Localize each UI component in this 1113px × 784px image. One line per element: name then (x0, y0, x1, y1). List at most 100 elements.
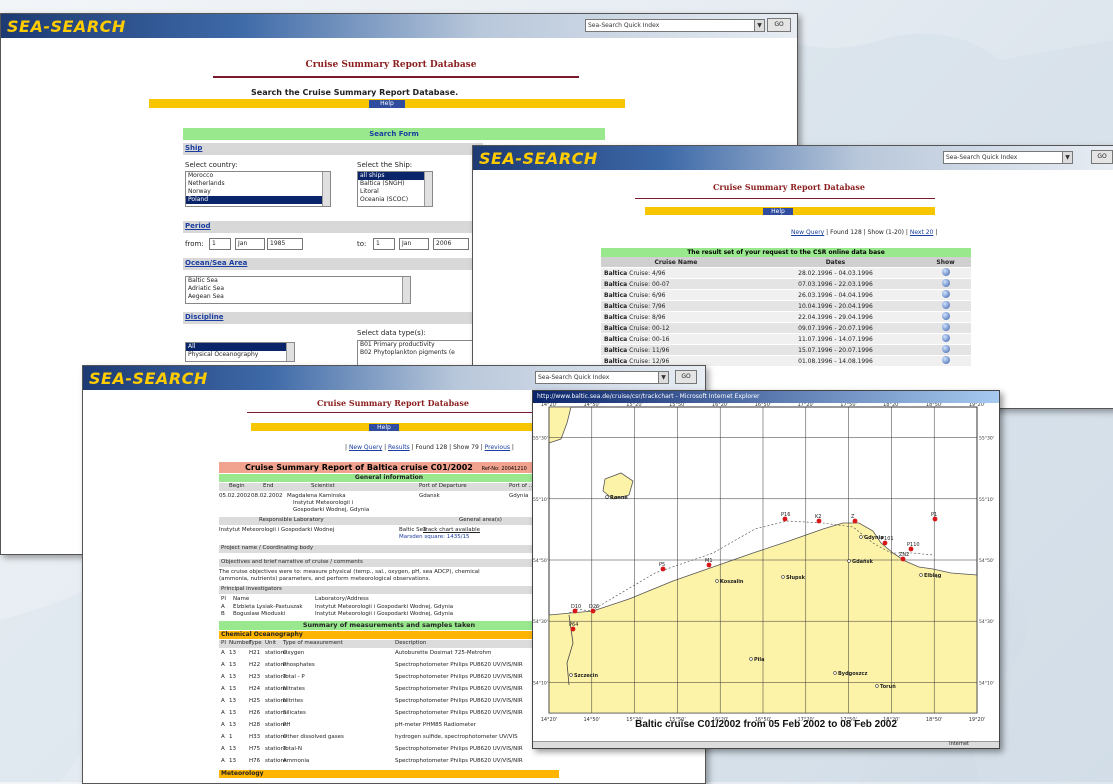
discipline-scrollbar[interactable] (286, 343, 294, 361)
town-dot (781, 575, 785, 579)
meas-name: Nitrates (283, 686, 305, 692)
help-button[interactable]: Help (763, 208, 793, 215)
results-link[interactable]: Results (388, 444, 410, 451)
globe-icon[interactable] (941, 323, 950, 331)
table-row: Baltica Cruise: 7/96 10.04.1996 - 20.04.1… (601, 300, 971, 312)
from-label: from: (185, 240, 204, 248)
meas-pi: A (221, 662, 225, 668)
ocean-scrollbar[interactable] (402, 277, 410, 303)
lat-tick-left: 55°30' (533, 436, 548, 442)
meas-pi: A (221, 758, 225, 764)
results-banner: The result set of your request to the CS… (601, 248, 971, 257)
lon-tick-top: 15°20' (626, 403, 643, 408)
from-year-select[interactable]: 1985 (267, 238, 303, 250)
country-scrollbar[interactable] (322, 172, 330, 206)
pi-b-lab: Instytut Meteorologii i Gospodarki Wodne… (315, 611, 454, 617)
table-header: Cruise Name Dates Show (601, 257, 971, 268)
meas-pi: A (221, 650, 225, 656)
page-title: Cruise Summary Report Database (317, 398, 469, 408)
title-rule (635, 198, 935, 199)
town-dot (919, 573, 923, 577)
table-row: Baltica Cruise: 00-12 09.07.1996 - 20.07.… (601, 322, 971, 334)
meas-num: 13 (229, 746, 236, 752)
lon-tick-top: 16°50' (755, 403, 772, 408)
help-button[interactable]: Help (369, 424, 399, 431)
ship-link[interactable]: Ship (185, 144, 202, 152)
search-form-title: Search Form (183, 128, 605, 140)
table-row: Baltica Cruise: 00-16 11.07.1996 - 14.07.… (601, 333, 971, 345)
marsden-square: Marsden square: 1435/15 (399, 534, 470, 540)
go-button[interactable]: GO (1091, 150, 1113, 164)
quick-index-select[interactable]: Sea-Search Quick Index ▼ (943, 151, 1073, 164)
project-row: Project name / Coordinating body (219, 545, 559, 553)
meas-pi: A (221, 698, 225, 704)
station-label: Z (851, 514, 855, 520)
globe-icon[interactable] (941, 290, 950, 298)
period-section: Period (183, 221, 483, 233)
meas-type: H76 (249, 758, 261, 764)
to-day-select[interactable]: 1 (373, 238, 395, 250)
datatype-list[interactable]: B01 Primary productivity B02 Phytoplankto… (357, 340, 479, 366)
station-label: D26 (589, 604, 599, 610)
lat-tick-right: 55°10' (979, 497, 994, 503)
ocean-list[interactable]: Baltic Sea Adriatic Sea Aegean Sea (185, 276, 411, 304)
station-label: P1 (931, 512, 937, 518)
map-status-bar: Internet (533, 741, 999, 748)
station-label: M1 (705, 558, 713, 564)
lat-tick-right: 54°30' (979, 619, 994, 625)
header-bar: SEA-SEARCH Sea-Search Quick Index ▼ GO (83, 366, 705, 390)
pi-b-name: Boguslaw Mioduski (233, 611, 286, 617)
globe-icon[interactable] (941, 301, 950, 309)
ship-scrollbar[interactable] (424, 172, 432, 206)
track-chart-map[interactable]: 14°20'14°20'14°50'14°50'15°20'15°20'15°5… (533, 403, 999, 748)
globe-icon[interactable] (941, 334, 950, 342)
globe-icon[interactable] (941, 345, 950, 353)
pi-label-row: Principal investigators (219, 586, 559, 594)
responsible-lab: Instytut Meteorologii i Gospodarki Wodne… (219, 527, 335, 533)
to-label: to: (357, 240, 367, 248)
chevron-down-icon: ▼ (658, 372, 668, 383)
meas-name: Ammonia (283, 758, 310, 764)
town-label: Koszalin (720, 579, 744, 585)
town-label: Słupsk (786, 575, 806, 581)
previous-link[interactable]: Previous (485, 444, 510, 451)
ship-list[interactable]: all ships Baltica (SNGH) Litoral Oceania (S… (357, 171, 433, 207)
lat-tick-right: 55°30' (979, 436, 994, 442)
to-year-select[interactable]: 2006 (433, 238, 469, 250)
table-row: Baltica Cruise: 6/96 26.03.1996 - 04.04.1… (601, 289, 971, 301)
town-dot (715, 579, 719, 583)
ocean-link[interactable]: Ocean/Sea Area (185, 259, 247, 267)
globe-icon[interactable] (941, 268, 950, 276)
track-chart-link[interactable]: Track chart available (423, 527, 480, 533)
help-button[interactable]: Help (369, 100, 405, 108)
meas-type: H23 (249, 674, 261, 680)
meas-pi: A (221, 734, 225, 740)
quick-index-select[interactable]: Sea-Search Quick Index ▼ (535, 371, 669, 384)
show-index: Show 79 (453, 444, 479, 451)
objectives-text-2: (ammonia, nutrients) parameters, and per… (219, 576, 431, 582)
next-link[interactable]: Next 20 (910, 229, 934, 236)
discipline-list[interactable]: All Physical Oceanography (185, 342, 295, 362)
map-window-title: http://www.baltic.sea.de/cruise/csr/trac… (533, 391, 999, 403)
country-list[interactable]: Morocco Netherlands Norway Poland (185, 171, 331, 207)
from-day-select[interactable]: 1 (209, 238, 231, 250)
new-query-link[interactable]: New Query (349, 444, 382, 451)
from-month-select[interactable]: Jan (235, 238, 265, 250)
globe-icon[interactable] (941, 279, 950, 287)
globe-icon[interactable] (941, 312, 950, 320)
period-link[interactable]: Period (185, 222, 211, 230)
lat-tick-left: 54°10' (533, 680, 548, 686)
discipline-link[interactable]: Discipline (185, 313, 223, 321)
meas-type: H28 (249, 722, 261, 728)
summary-bar: Summary of measurements and samples take… (219, 621, 559, 630)
go-button[interactable]: GO (767, 18, 791, 32)
globe-icon[interactable] (941, 356, 950, 364)
to-month-select[interactable]: Jan (399, 238, 429, 250)
quick-index-select[interactable]: Sea-Search Quick Index ▼ (585, 19, 765, 32)
new-query-link[interactable]: New Query (791, 229, 824, 236)
lon-tick-top: 15°50' (669, 403, 686, 408)
general-info-bar: General information (219, 474, 559, 482)
station-label: P110 (907, 542, 920, 548)
sea-search-logo: SEA-SEARCH (7, 17, 126, 36)
go-button[interactable]: GO (675, 370, 697, 384)
